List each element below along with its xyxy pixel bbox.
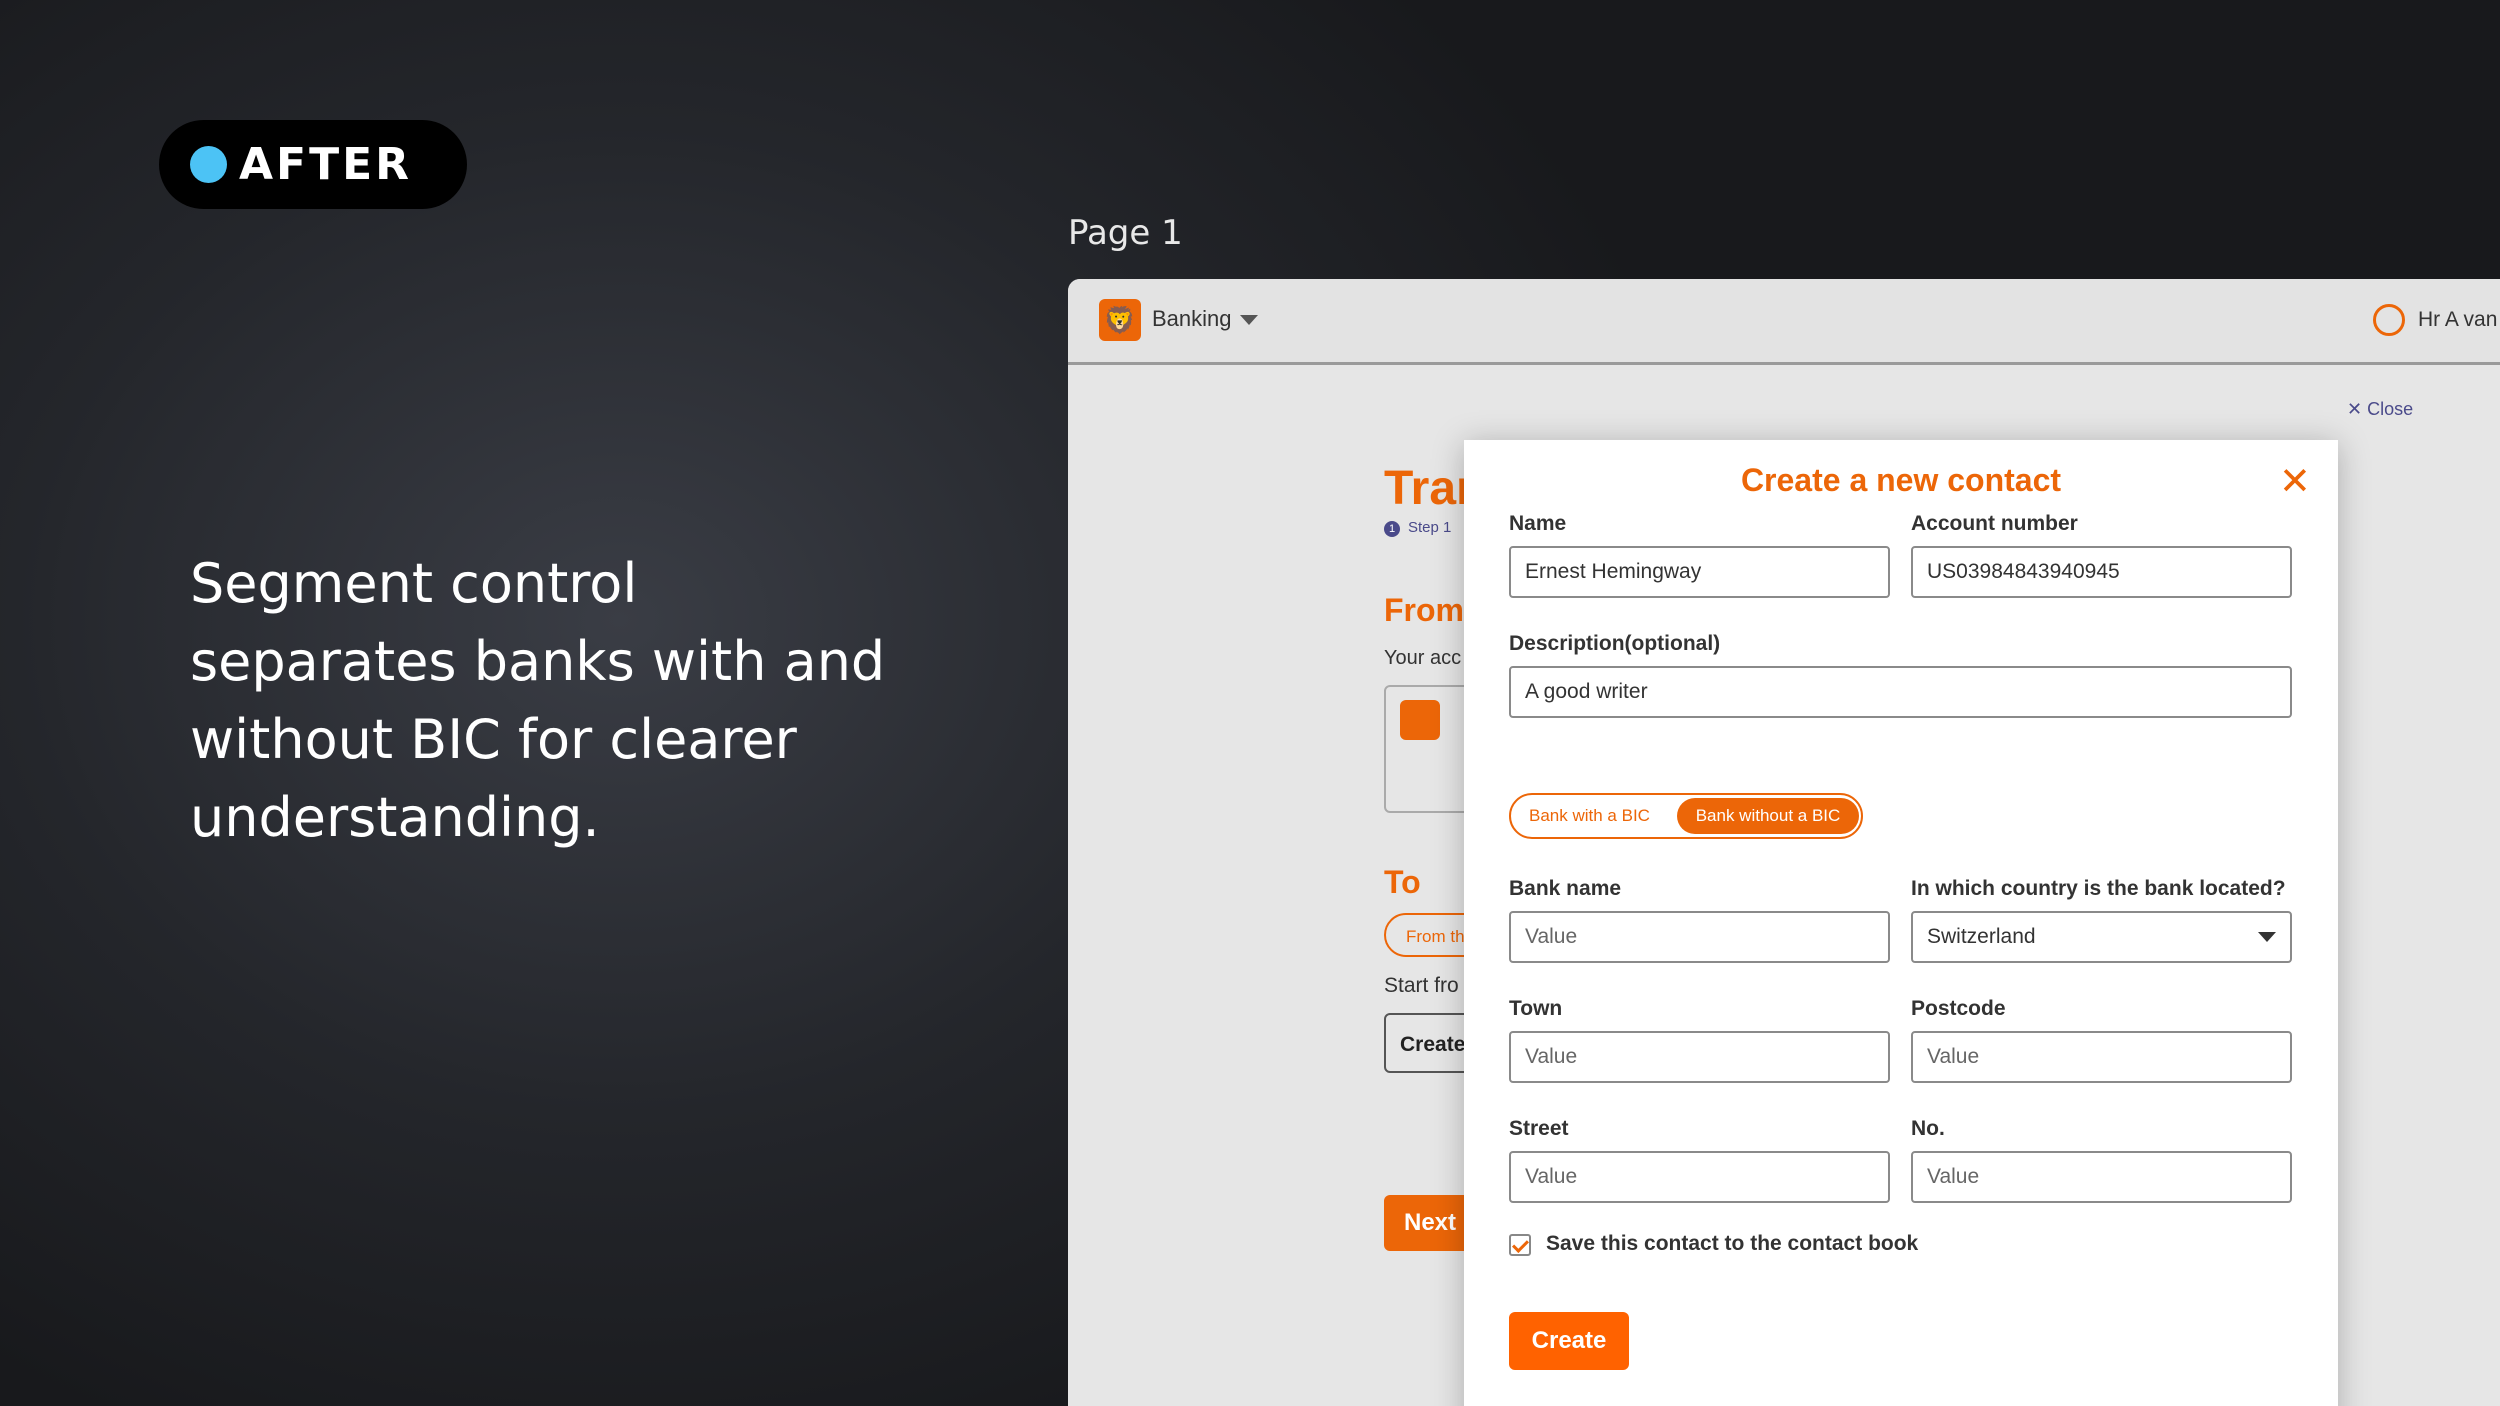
headline: Segment control separates banks with and… — [190, 552, 886, 849]
save-contact-checkbox[interactable] — [1509, 1234, 1531, 1256]
save-contact-label[interactable]: Save this contact to the contact book — [1546, 1232, 1918, 1256]
chevron-down-icon — [2258, 932, 2276, 942]
country-label: In which country is the bank located? — [1911, 877, 2286, 900]
postcode-label: Postcode — [1911, 997, 2006, 1020]
account-bank-icon — [1400, 700, 1440, 740]
bank-name-label: Bank name — [1509, 877, 1622, 900]
close-icon[interactable]: ✕ — [2279, 462, 2311, 502]
segment-bank-without-bic[interactable]: Bank without a BIC — [1677, 798, 1859, 834]
to-heading: To — [1384, 864, 1421, 900]
create-button[interactable]: Create — [1509, 1312, 1629, 1370]
account-number-field[interactable]: US03984843940945 — [1911, 546, 2292, 598]
top-bar: 🦁 Banking Hr A van — [1068, 279, 2500, 365]
page-label: Page 1 — [1068, 213, 1183, 253]
country-select[interactable]: Switzerland — [1911, 911, 2292, 963]
name-label: Name — [1509, 512, 1567, 535]
street-label: Street — [1509, 1117, 1569, 1140]
description-field[interactable]: A good writer — [1509, 666, 2292, 718]
description-label: Description(optional) — [1509, 632, 1721, 655]
from-heading: From — [1384, 592, 1464, 628]
account-number-label: Account number — [1911, 512, 2078, 535]
town-field[interactable]: Value — [1509, 1031, 1890, 1083]
step-indicator: 1 Step 1 — [1384, 519, 1451, 537]
postcode-field[interactable]: Value — [1911, 1031, 2292, 1083]
street-field[interactable]: Value — [1509, 1151, 1890, 1203]
segment-bank-with-bic[interactable]: Bank with a BIC — [1529, 795, 1650, 837]
banking-app-window: 🦁 Banking Hr A van ✕ Close Tran 1 Step 1 … — [1068, 279, 2500, 1406]
country-select-value: Switzerland — [1927, 925, 2036, 948]
start-from-label: Start fro — [1384, 974, 1459, 997]
checkmark-icon — [1512, 1236, 1529, 1253]
number-field[interactable]: Value — [1911, 1151, 2292, 1203]
user-icon[interactable] — [2373, 304, 2405, 336]
your-account-label: Your acc — [1384, 647, 1462, 669]
badge-label: AFTER — [239, 139, 413, 190]
bic-segment-control: Bank with a BIC Bank without a BIC — [1509, 793, 1863, 839]
modal-title: Create a new contact — [1740, 462, 2062, 498]
town-label: Town — [1509, 997, 1563, 1020]
product-menu[interactable]: Banking — [1152, 306, 1232, 332]
status-dot-icon — [190, 146, 227, 183]
name-field[interactable]: Ernest Hemingway — [1509, 546, 1890, 598]
step-label: Step 1 — [1408, 519, 1452, 536]
after-badge: AFTER — [159, 120, 467, 209]
chevron-down-icon[interactable] — [1240, 315, 1258, 325]
step-number-icon: 1 — [1384, 521, 1400, 537]
bank-name-field[interactable]: Value — [1509, 911, 1890, 963]
close-link[interactable]: ✕ Close — [2347, 399, 2413, 420]
create-contact-modal: Create a new contact ✕ Name Ernest Hemin… — [1464, 440, 2338, 1406]
number-label: No. — [1911, 1117, 1945, 1140]
user-name[interactable]: Hr A van — [2418, 308, 2497, 332]
lion-logo-icon[interactable]: 🦁 — [1099, 299, 1141, 341]
